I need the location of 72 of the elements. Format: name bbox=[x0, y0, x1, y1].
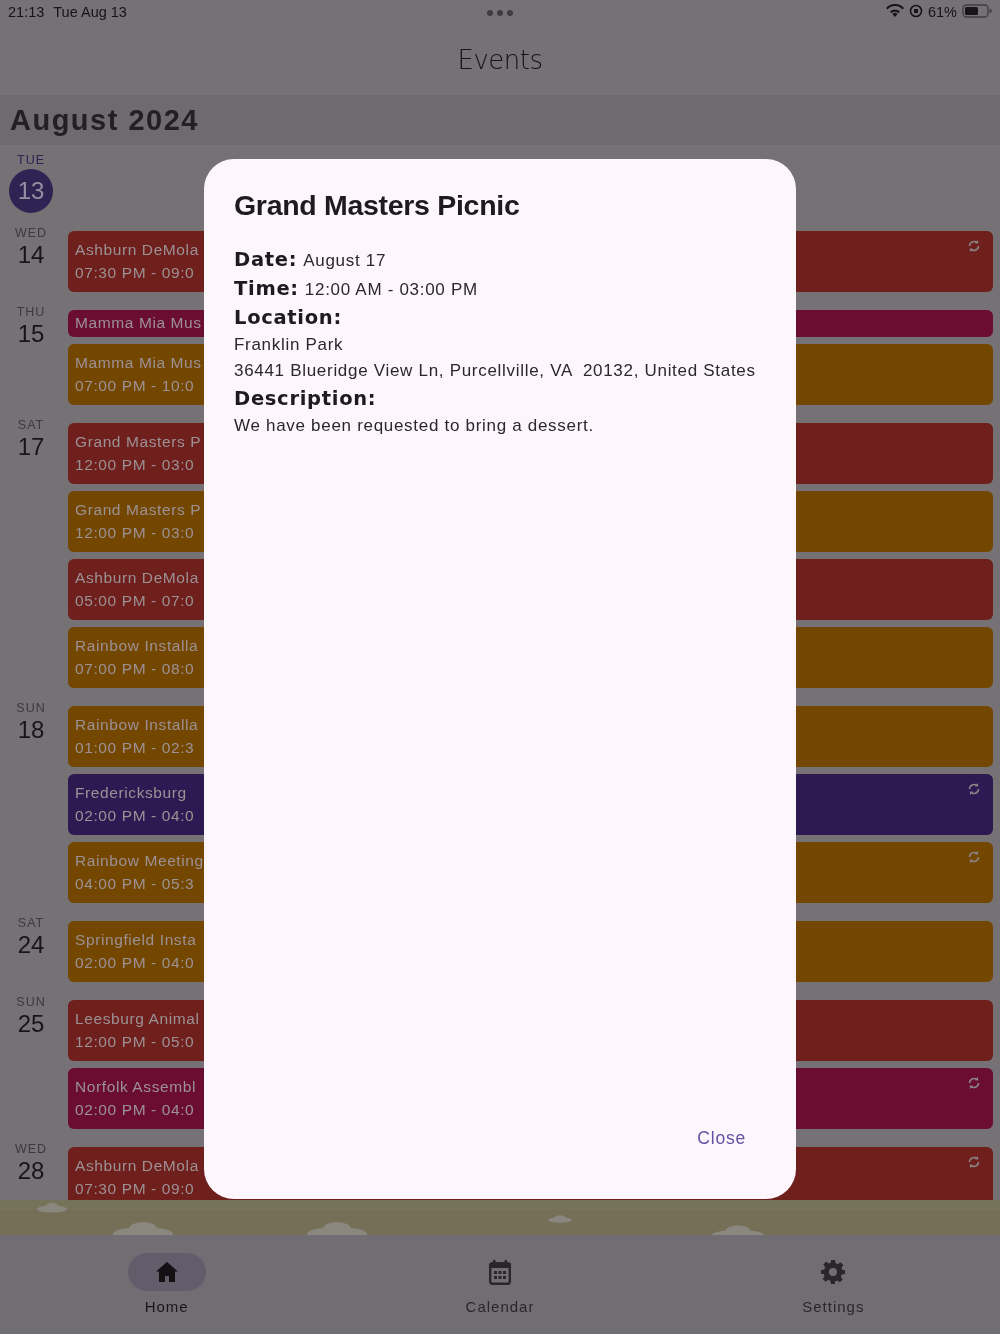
tab-label: Home bbox=[144, 1298, 189, 1315]
event-title: Fredericksburg bbox=[75, 784, 187, 802]
event-time: 12:00 PM - 03:0 bbox=[75, 524, 195, 542]
event-time: 01:00 PM - 02:3 bbox=[75, 739, 195, 757]
event-title: Springfield Insta bbox=[75, 931, 197, 949]
month-heading: August 2024 bbox=[10, 103, 199, 137]
event-title: Mamma Mia Mus bbox=[75, 314, 202, 332]
field-value: 36441 Blueridge View Ln, Purcellville, VA 20132, United States bbox=[234, 361, 757, 381]
event-time: 05:00 PM - 07:0 bbox=[75, 592, 195, 610]
weekday-label: SAT bbox=[17, 418, 45, 432]
close-button[interactable]: Close bbox=[681, 1118, 762, 1159]
event-time: 07:30 PM - 09:0 bbox=[75, 264, 195, 282]
battery-percent: 61% bbox=[927, 4, 957, 20]
event-title: Rainbow Installa bbox=[75, 716, 199, 734]
status-date: Tue Aug 13 bbox=[53, 4, 127, 20]
field-label: Date: bbox=[234, 248, 298, 271]
day-number: 28 bbox=[17, 1157, 45, 1185]
day-number: 15 bbox=[17, 320, 45, 348]
calendar-icon bbox=[489, 1259, 511, 1285]
tab-label: Calendar bbox=[465, 1298, 535, 1315]
multitasking-dots-icon[interactable] bbox=[486, 9, 514, 17]
page-title: Events bbox=[457, 44, 543, 75]
weekday-label: SUN bbox=[16, 701, 46, 715]
event-time: 07:00 PM - 08:0 bbox=[75, 660, 195, 678]
nav-tab[interactable]: Settings bbox=[666, 1235, 1000, 1334]
weekday-label: WED bbox=[14, 226, 48, 240]
home-icon bbox=[155, 1262, 178, 1282]
event-time: 12:00 PM - 05:0 bbox=[75, 1033, 195, 1051]
battery-icon bbox=[962, 3, 992, 18]
day-number: 18 bbox=[17, 716, 45, 744]
field-label: Description: bbox=[234, 387, 378, 410]
wifi-icon bbox=[885, 4, 904, 17]
dialog-title: Grand Masters Picnic bbox=[234, 189, 521, 222]
day-number: 14 bbox=[17, 241, 45, 269]
event-title: Norfolk Assembl bbox=[75, 1078, 196, 1096]
event-title: Ashburn DeMola bbox=[75, 241, 199, 259]
field-label: Location: bbox=[234, 306, 343, 329]
settings-icon bbox=[821, 1260, 846, 1284]
event-title: Rainbow Meeting bbox=[75, 852, 204, 870]
nav-tab[interactable]: Calendar bbox=[333, 1235, 667, 1334]
weekday-label: THU bbox=[16, 305, 46, 319]
weekday-label: SAT bbox=[17, 916, 45, 930]
day-number: 25 bbox=[17, 1010, 45, 1038]
orientation-lock-icon bbox=[908, 3, 923, 18]
event-time: 04:00 PM - 05:3 bbox=[75, 875, 195, 893]
event-time: 02:00 PM - 04:0 bbox=[75, 807, 195, 825]
day-number: 24 bbox=[17, 931, 45, 959]
event-title: Ashburn DeMola bbox=[75, 1157, 199, 1175]
weekday-label: SUN bbox=[16, 995, 46, 1009]
event-time: 07:00 PM - 10:0 bbox=[75, 377, 195, 395]
field-value: Franklin Park bbox=[234, 335, 345, 355]
field-label: Time: bbox=[234, 277, 299, 300]
event-title: Rainbow Installa bbox=[75, 637, 199, 655]
field-value: We have been requested to bring a dessert. bbox=[234, 416, 595, 436]
weekday-label: WED bbox=[14, 1142, 48, 1156]
status-time: 21:13 bbox=[8, 4, 45, 20]
event-time: 07:30 PM - 09:0 bbox=[75, 1180, 195, 1198]
event-time: 12:00 PM - 03:0 bbox=[75, 456, 195, 474]
event-title: Grand Masters P bbox=[75, 501, 202, 519]
today-date-badge: 13 bbox=[9, 169, 53, 213]
event-time: 02:00 PM - 04:0 bbox=[75, 954, 195, 972]
event-title: Ashburn DeMola bbox=[75, 569, 199, 587]
nav-tab[interactable]: Home bbox=[0, 1235, 334, 1334]
day-number: 17 bbox=[17, 433, 45, 461]
event-title: Leesburg Animal bbox=[75, 1010, 200, 1028]
field-value: August 17 bbox=[303, 251, 387, 271]
field-value: 12:00 AM - 03:00 PM bbox=[304, 280, 478, 300]
event-time: 02:00 PM - 04:0 bbox=[75, 1101, 195, 1119]
event-title: Grand Masters P bbox=[75, 433, 202, 451]
tab-label: Settings bbox=[802, 1298, 865, 1315]
event-title: Mamma Mia Mus bbox=[75, 354, 202, 372]
weekday-label: TUE bbox=[17, 153, 45, 167]
